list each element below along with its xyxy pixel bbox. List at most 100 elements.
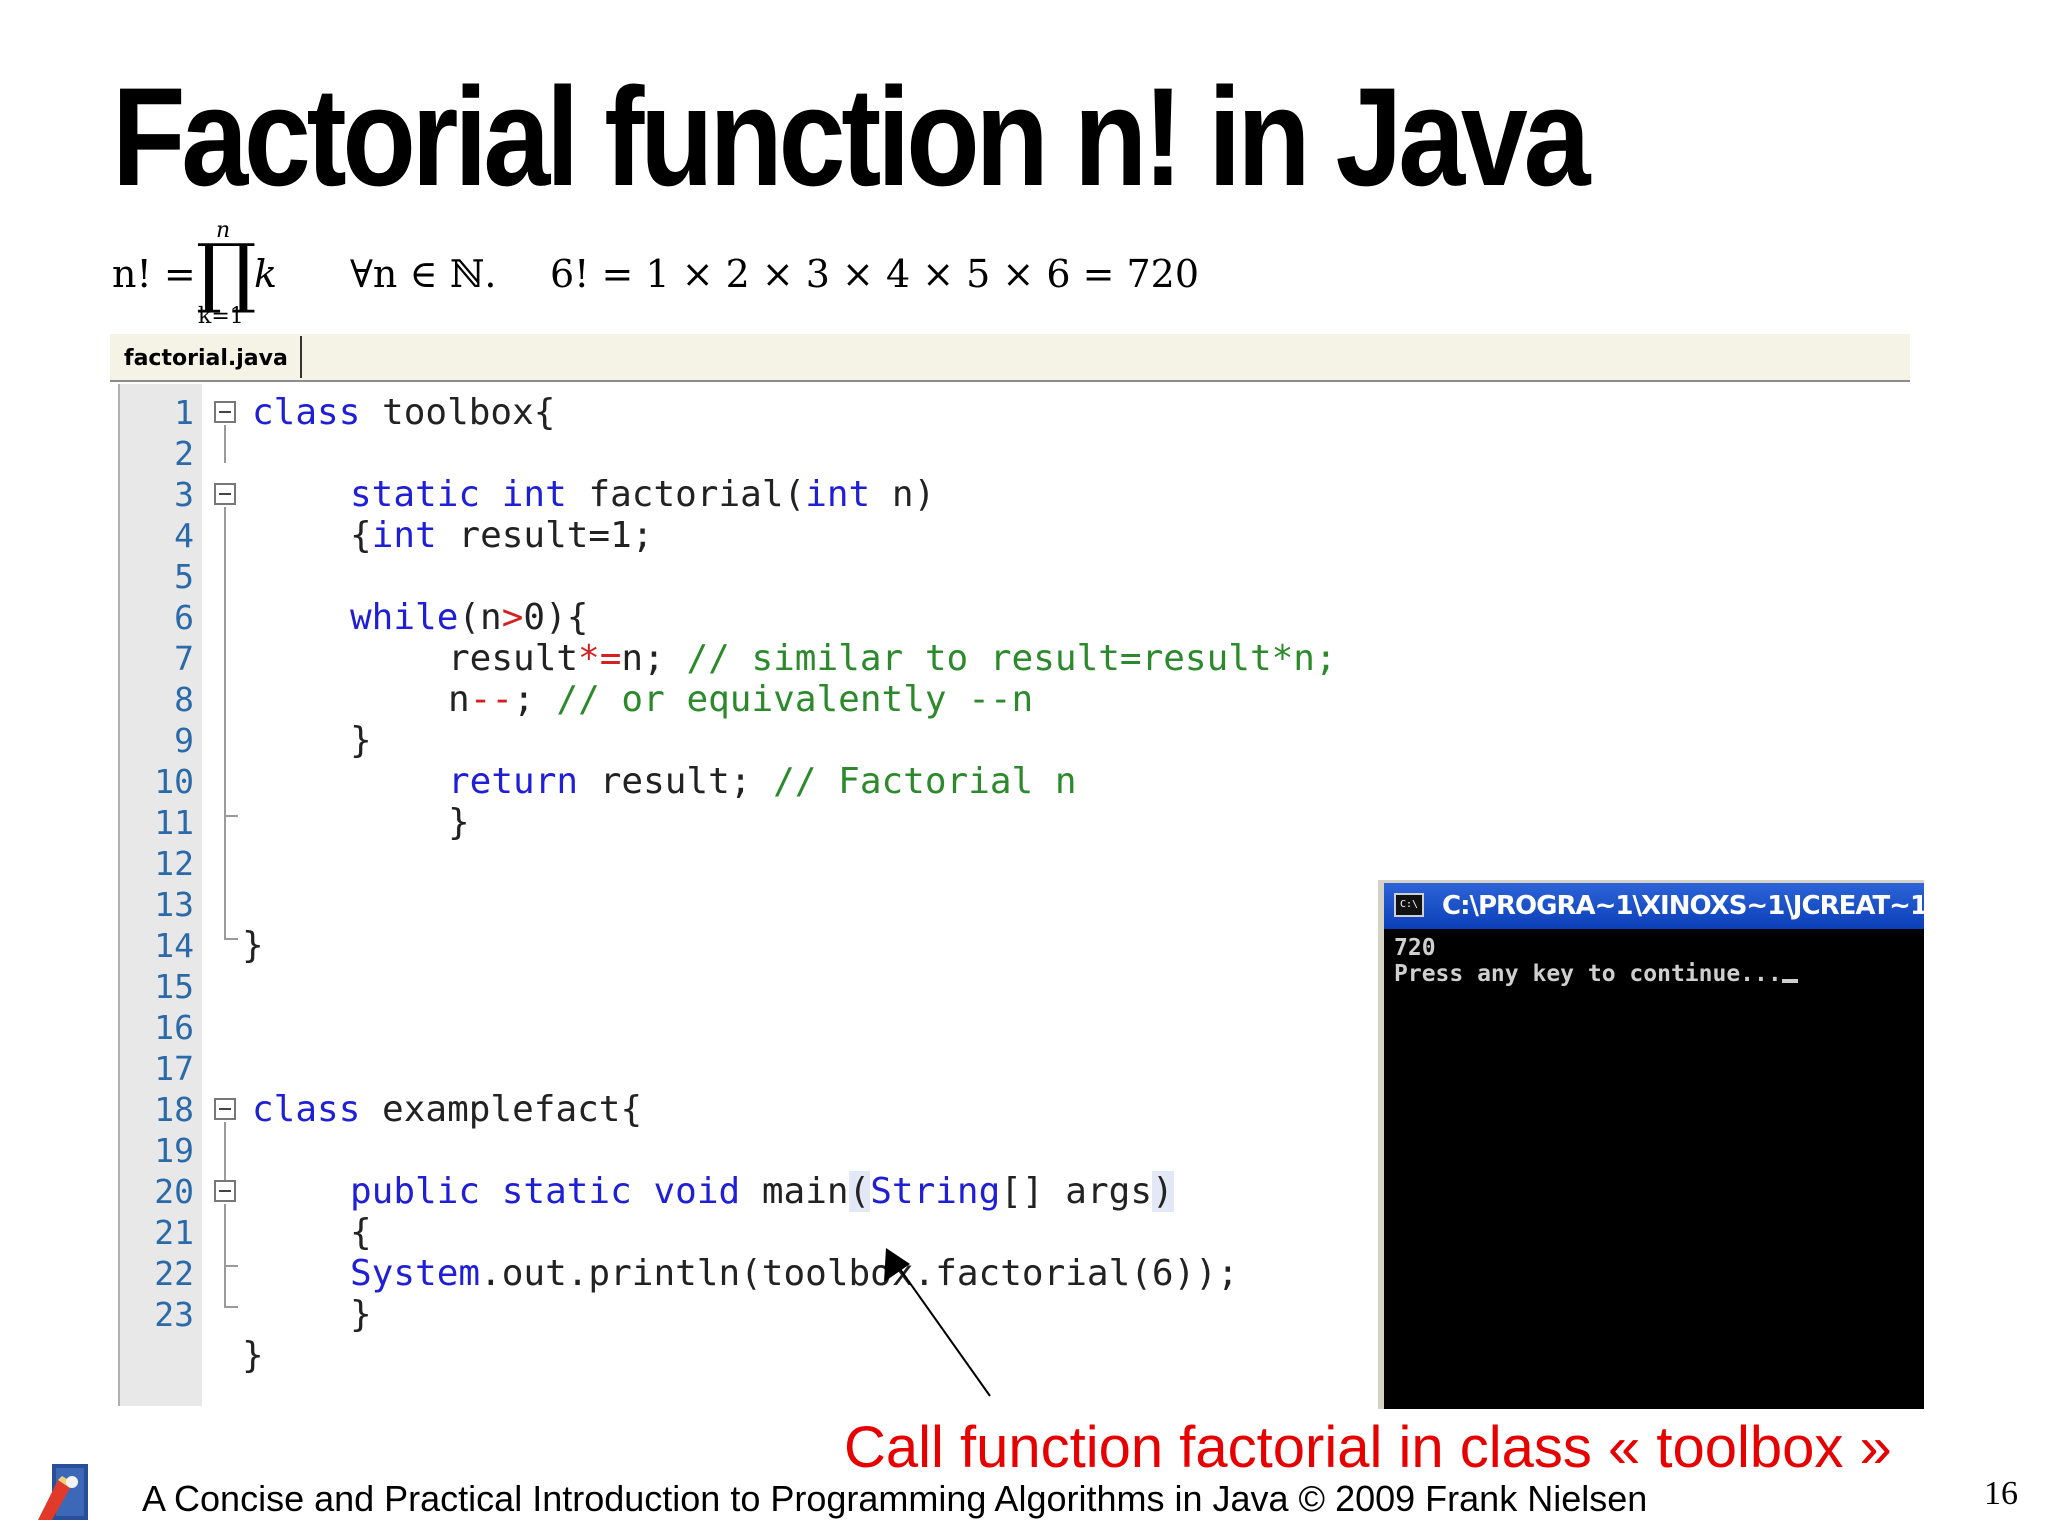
book-logo-icon [38,1464,88,1520]
editor-tab-bar: factorial.java [110,334,1910,382]
line-number: 11 [154,803,194,842]
code-token: n) [870,474,936,515]
code-token: examplefact{ [360,1089,643,1130]
code-line-10: return result; // Factorial n [448,761,1077,802]
code-token: factorial( [566,474,806,515]
fold-guide [224,425,226,463]
fold-guide [224,1204,226,1266]
formula-example: 6! = 1 × 2 × 3 × 4 × 5 × 6 = 720 [550,252,1200,296]
tab-factorial-java[interactable]: factorial.java [114,336,302,378]
line-number: 18 [154,1090,194,1129]
code-line-7: result*=n; // similar to result=result*n… [448,638,1337,679]
line-number: 16 [154,1008,194,1047]
console-output-line: Press any key to continue... [1394,961,1782,987]
fold-end-marker [224,1306,238,1308]
line-number: 3 [174,475,194,514]
code-token: n; [621,638,687,679]
line-number: 20 [154,1172,194,1211]
line-number: 21 [154,1213,194,1252]
code-line-3: static int factorial(int n) [350,474,935,515]
code-line-1: class toolbox{ [252,392,555,433]
code-token: toolbox{ [360,392,556,433]
code-line-4: {int result=1; [350,515,653,556]
keyword: while [350,597,459,638]
keyword: public [350,1171,481,1212]
code-line-6: while(n>0){ [350,597,588,638]
code-token: result; [578,761,774,802]
fold-end-marker [224,815,238,817]
fold-guide [224,1122,226,1180]
keyword: class [252,392,361,433]
line-number: 19 [154,1131,194,1170]
formula-lhs: n! = [112,252,196,296]
code-line-9: } [350,720,372,761]
fold-toggle-factorial-method[interactable] [214,483,236,505]
annotation-label: Call function factorial in class « toolb… [844,1415,1892,1480]
fold-toggle-class-examplefact[interactable] [214,1098,236,1120]
keyword: static [350,474,481,515]
fold-toggle-main-method[interactable] [214,1180,236,1202]
code-token: .out.println(toolbox.factorial(6)); [480,1253,1239,1294]
operator: > [501,597,524,638]
product-lower-limit: k=1 [198,304,244,329]
operator: *= [578,638,622,679]
keyword: int [805,474,871,515]
product-term: k [254,252,278,296]
code-line-20: { [350,1212,372,1253]
bracket-match: ( [848,1171,871,1212]
code-token: result=1; [436,515,654,556]
fold-end-marker [224,1265,238,1267]
code-line-22: } [350,1294,372,1335]
keyword: class [252,1089,361,1130]
code-token: n [448,679,470,720]
code-line-17: class examplefact{ [252,1089,642,1130]
code-token: [] args [1000,1171,1152,1212]
product-symbol: ∏ [196,227,257,316]
console-output: 720 Press any key to continue... [1394,935,1798,987]
line-number: 1 [174,393,194,432]
line-number: 14 [154,926,194,965]
keyword: int [371,515,437,556]
console-icon: C:\ [1394,893,1424,917]
console-title-bar[interactable]: C:\ C:\PROGRA~1\XINOXS~1\JCREAT~1\G [1384,883,1924,929]
code-token: 0){ [523,597,589,638]
console-title: C:\PROGRA~1\XINOXS~1\JCREAT~1\G [1442,891,1924,921]
line-number: 17 [154,1049,194,1088]
keyword: static [501,1171,632,1212]
fold-guide [224,507,226,816]
line-number: 15 [154,967,194,1006]
line-number: 23 [154,1295,194,1334]
bracket-match: ) [1152,1171,1174,1212]
code-line-8: n--; // or equivalently --n [448,679,1033,720]
line-number: 9 [174,721,194,760]
line-number: 10 [154,762,194,801]
formula-forall: ∀n ∈ ℕ. [350,252,497,296]
code-line-14: } [242,925,264,966]
console-output-line: 720 [1394,935,1436,961]
fold-toggle-class-toolbox[interactable] [214,401,236,423]
fold-end-marker [224,938,238,940]
keyword: String [870,1171,1001,1212]
line-number: 5 [174,557,194,596]
fold-guide [224,1265,226,1307]
code-token: main [740,1171,849,1212]
line-number: 6 [174,598,194,637]
console-cursor [1781,979,1798,983]
operator: -- [469,679,514,720]
footer-text: A Concise and Practical Introduction to … [142,1478,1648,1519]
code-line-21: System.out.println(toolbox.factorial(6))… [350,1253,1239,1294]
code-line-23: } [242,1335,264,1376]
code-comment: // similar to result=result*n; [686,638,1337,679]
line-number: 12 [154,844,194,883]
code-comment: // Factorial n [773,761,1077,802]
slide-title: Factorial function n! in Java [112,58,1590,215]
code-token: { [350,515,372,556]
line-number: 13 [154,885,194,924]
code-line-11: } [448,802,470,843]
code-comment: // or equivalently --n [556,679,1034,720]
code-token: ; [513,679,557,720]
line-number: 8 [174,680,194,719]
keyword: int [501,474,567,515]
console-window[interactable]: C:\ C:\PROGRA~1\XINOXS~1\JCREAT~1\G 720 … [1378,880,1924,1409]
page-number: 16 [1984,1475,2018,1512]
